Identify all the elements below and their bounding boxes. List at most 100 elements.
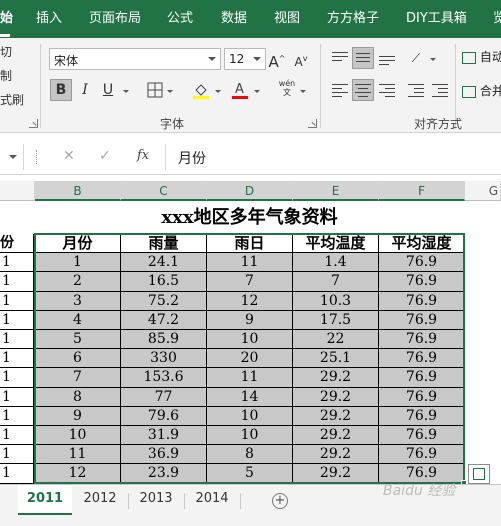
column-header-g[interactable]: G bbox=[465, 181, 501, 201]
clipped-cell-a[interactable]: 1 bbox=[0, 387, 34, 407]
sheet-title[interactable]: xxx地区多年气象资料 bbox=[35, 202, 464, 234]
table-cell[interactable]: 29.2 bbox=[293, 445, 379, 465]
table-cell[interactable]: 2 bbox=[35, 272, 121, 292]
align-left-icon[interactable] bbox=[329, 79, 351, 101]
table-cell[interactable]: 7 bbox=[293, 272, 379, 292]
formula-input[interactable]: 月份 bbox=[165, 144, 501, 170]
table-cell[interactable]: 17.5 bbox=[293, 310, 379, 330]
clipped-cell-a[interactable]: 1 bbox=[0, 464, 34, 484]
header-cell[interactable]: 平均湿度 bbox=[379, 234, 465, 254]
table-cell[interactable]: 10 bbox=[35, 426, 121, 446]
copy-button[interactable]: 制 bbox=[0, 67, 12, 84]
chevron-down-icon[interactable] bbox=[430, 58, 436, 61]
table-cell[interactable]: 25.1 bbox=[293, 349, 379, 369]
table-cell[interactable]: 79.6 bbox=[121, 406, 207, 426]
fill-color-icon[interactable] bbox=[190, 79, 212, 101]
table-cell[interactable]: 76.9 bbox=[379, 310, 465, 330]
align-bottom-icon[interactable] bbox=[376, 47, 398, 69]
column-header-e[interactable]: E bbox=[293, 181, 379, 201]
table-cell[interactable]: 75.2 bbox=[121, 291, 207, 311]
ribbon-tab-2[interactable]: 页面布局 bbox=[89, 10, 141, 28]
clipped-cell-a[interactable]: 1 bbox=[0, 445, 34, 465]
enter-icon[interactable]: ✓ bbox=[99, 148, 111, 164]
clipped-cell-a[interactable]: 1 bbox=[0, 310, 34, 330]
table-cell[interactable]: 1.4 bbox=[293, 253, 379, 273]
phonetic-icon[interactable]: wén 文 bbox=[276, 79, 298, 101]
clipped-cell-a[interactable]: 1 bbox=[0, 426, 34, 446]
sheet-tab-2011[interactable]: 2011 bbox=[18, 485, 72, 515]
table-cell[interactable]: 5 bbox=[35, 330, 121, 350]
font-launcher-icon[interactable] bbox=[308, 119, 317, 128]
table-cell[interactable]: 10 bbox=[207, 406, 293, 426]
increase-indent-icon[interactable] bbox=[429, 79, 451, 101]
clipped-cell-a[interactable]: 1 bbox=[0, 330, 34, 350]
column-header-d[interactable]: D bbox=[207, 181, 293, 201]
table-cell[interactable]: 76.9 bbox=[379, 272, 465, 292]
table-cell[interactable]: 8 bbox=[35, 387, 121, 407]
table-cell[interactable]: 14 bbox=[207, 387, 293, 407]
clipped-cell-a[interactable]: 1 bbox=[0, 406, 34, 426]
table-cell[interactable]: 76.9 bbox=[379, 330, 465, 350]
table-cell[interactable]: 77 bbox=[121, 387, 207, 407]
table-cell[interactable]: 29.2 bbox=[293, 368, 379, 388]
column-header-f[interactable]: F bbox=[379, 181, 465, 201]
header-cell[interactable]: 月份 bbox=[35, 234, 121, 254]
table-cell[interactable]: 1 bbox=[35, 253, 121, 273]
clipped-cell-a[interactable]: 1 bbox=[0, 349, 34, 369]
table-cell[interactable]: 330 bbox=[121, 349, 207, 369]
table-cell[interactable]: 8 bbox=[207, 445, 293, 465]
table-cell[interactable]: 76.9 bbox=[379, 426, 465, 446]
font-color-icon[interactable]: A bbox=[229, 79, 251, 101]
sheet-tab-2014[interactable]: 2014 bbox=[184, 485, 240, 515]
column-header-b[interactable]: B bbox=[35, 181, 121, 201]
table-cell[interactable]: 23.9 bbox=[121, 464, 207, 484]
table-cell[interactable]: 16.5 bbox=[121, 272, 207, 292]
chevron-down-icon[interactable] bbox=[300, 90, 306, 93]
table-cell[interactable]: 22 bbox=[293, 330, 379, 350]
ribbon-tab-0[interactable]: 始 bbox=[0, 10, 13, 28]
border-icon[interactable] bbox=[144, 79, 166, 101]
align-middle-icon[interactable] bbox=[352, 47, 374, 69]
clipped-cell-a[interactable]: 1 bbox=[0, 253, 34, 273]
clipped-cell-a[interactable]: 1 bbox=[0, 272, 34, 292]
table-cell[interactable]: 6 bbox=[35, 349, 121, 369]
align-top-icon[interactable] bbox=[329, 47, 351, 69]
chevron-down-icon[interactable] bbox=[9, 155, 17, 159]
font-size-select[interactable]: 12 bbox=[224, 48, 266, 70]
header-cell[interactable]: 雨日 bbox=[207, 234, 293, 254]
table-cell[interactable]: 85.9 bbox=[121, 330, 207, 350]
bold-button[interactable]: B bbox=[50, 79, 72, 101]
table-cell[interactable]: 5 bbox=[207, 464, 293, 484]
align-right-icon[interactable] bbox=[376, 79, 398, 101]
cancel-icon[interactable]: ✕ bbox=[63, 148, 75, 164]
table-cell[interactable]: 31.9 bbox=[121, 426, 207, 446]
table-cell[interactable]: 10.3 bbox=[293, 291, 379, 311]
clipped-cell-a[interactable]: 份 bbox=[0, 234, 34, 254]
merge-center-button[interactable]: 合并 bbox=[462, 82, 501, 99]
table-cell[interactable]: 76.9 bbox=[379, 387, 465, 407]
table-cell[interactable]: 76.9 bbox=[379, 406, 465, 426]
quick-analysis-icon[interactable] bbox=[468, 464, 490, 484]
table-cell[interactable]: 3 bbox=[35, 291, 121, 311]
table-cell[interactable]: 76.9 bbox=[379, 368, 465, 388]
table-cell[interactable]: 10 bbox=[207, 426, 293, 446]
chevron-down-icon[interactable] bbox=[167, 90, 173, 93]
table-cell[interactable]: 47.2 bbox=[121, 310, 207, 330]
ribbon-tab-8[interactable]: 览 bbox=[493, 10, 501, 28]
table-cell[interactable]: 9 bbox=[207, 310, 293, 330]
table-cell[interactable]: 20 bbox=[207, 349, 293, 369]
table-cell[interactable]: 7 bbox=[207, 272, 293, 292]
cut-button[interactable]: 切 bbox=[0, 43, 12, 60]
table-cell[interactable]: 76.9 bbox=[379, 445, 465, 465]
ribbon-tab-5[interactable]: 视图 bbox=[274, 10, 300, 28]
chevron-down-icon[interactable] bbox=[123, 90, 129, 93]
table-cell[interactable]: 36.9 bbox=[121, 445, 207, 465]
sheet-tab-2013[interactable]: 2013 bbox=[128, 485, 184, 515]
table-cell[interactable]: 10 bbox=[207, 330, 293, 350]
table-cell[interactable]: 29.2 bbox=[293, 387, 379, 407]
add-sheet-icon[interactable]: + bbox=[272, 493, 288, 509]
insert-function-icon[interactable]: fx bbox=[137, 148, 149, 163]
chevron-down-icon[interactable] bbox=[254, 90, 260, 93]
sheet-tab-2012[interactable]: 2012 bbox=[72, 485, 128, 515]
align-center-icon[interactable] bbox=[352, 79, 374, 101]
